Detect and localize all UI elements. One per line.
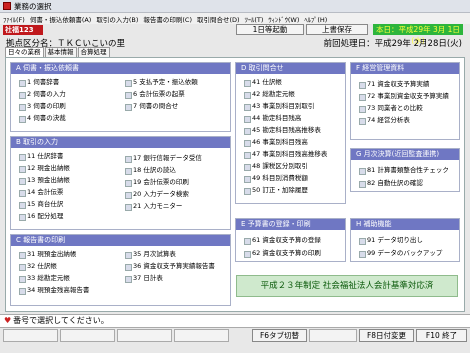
previous-date: 前回処理日：平成29年 2月28日(火)	[323, 39, 462, 49]
menu-item-91[interactable]: 91 データ切り出し	[359, 236, 423, 245]
menu-panel: A 伺書・振込依頼書 1 伺書辞書 2 伺書の入力 3 伺書の印刷 4 伺書の決…	[5, 57, 465, 312]
menu-item-3[interactable]: 3 伺書の印刷	[19, 102, 66, 111]
menu-item-72[interactable]: 72 事業別資金収支予算実績	[359, 92, 449, 101]
menu-item-82[interactable]: 82 自動仕訳の確認	[359, 179, 423, 188]
menu-inquiry[interactable]: 取引問合せ(D)	[197, 14, 240, 24]
menu-item-33[interactable]: 33 総勘定元帳	[19, 274, 70, 283]
menu-item-15[interactable]: 15 商台仕訳	[19, 200, 63, 209]
menu-item-17[interactable]: 17 銀行信報データ受信	[125, 154, 202, 163]
group-a-title: A 伺書・振込依頼書	[11, 63, 230, 74]
group-h: H 補助機能 91 データ切り出し 99 データのバックアップ	[350, 218, 460, 262]
menu-item-11[interactable]: 11 仕訳辞書	[19, 152, 63, 161]
menu-item-16[interactable]: 16 配分処理	[19, 212, 63, 221]
menu-item-61[interactable]: 61 資金収支予算の登録	[244, 236, 321, 245]
menu-item-35[interactable]: 35 月次試算表	[125, 250, 176, 259]
app-icon	[3, 2, 11, 10]
menu-item-1[interactable]: 1 伺書辞書	[19, 78, 59, 87]
menu-item-41[interactable]: 41 仕訳帳	[244, 78, 282, 87]
f8-date-change-key[interactable]: F8日付変更	[359, 329, 414, 342]
menu-item-42[interactable]: 42 総勘定元帳	[244, 90, 295, 99]
group-d-title: D 取引問合せ	[236, 63, 345, 74]
group-f: F 経営管理資料 71 資金収支予算実績 72 事業別資金収支予算実績 73 同…	[350, 62, 460, 140]
group-e: E 予算書の登録・印刷 61 資金収支予算の登録 62 資金収支予算の印刷	[235, 218, 346, 262]
group-h-title: H 補助機能	[351, 219, 459, 230]
menu-item-5[interactable]: 5 支払予定・振込依頼	[125, 78, 198, 87]
menu-item-7[interactable]: 7 伺書の問合せ	[125, 102, 178, 111]
menu-item-62[interactable]: 62 資金収支予算の印刷	[244, 249, 321, 258]
group-b-title: B 取引の入力	[11, 137, 230, 148]
menu-item-12[interactable]: 12 現金出納帳	[19, 164, 70, 173]
app-logo: 社福123	[3, 25, 43, 35]
menu-item-50[interactable]: 50 訂正・加除履歴	[244, 186, 308, 195]
accounting-standard-banner: 平成２３年制定 社会福祉法人会計基準対応済	[236, 275, 458, 297]
tab-daily[interactable]: 日々の業務	[5, 47, 44, 57]
menu-item-49[interactable]: 49 科目別消費税額	[244, 174, 308, 183]
menu-item-46[interactable]: 46 事業別科目残高	[244, 138, 308, 147]
menu-item-81[interactable]: 81 計算書類整合性チェック	[359, 166, 449, 175]
daily-start-button[interactable]: 1日等起動	[236, 24, 304, 35]
menu-help[interactable]: ﾍﾙﾌﾟ(H)	[304, 14, 327, 24]
menu-item-31[interactable]: 31 現預金出納帳	[19, 250, 76, 259]
menu-item-44[interactable]: 44 勘定科目残高	[244, 114, 301, 123]
menu-item-37[interactable]: 37 日計表	[125, 274, 163, 283]
group-g-title: G 月次決算(近回監査連携)	[351, 149, 459, 160]
menu-report[interactable]: 報告書の印刷(C)	[143, 14, 192, 24]
tab-merge[interactable]: 合算処理	[77, 47, 110, 57]
group-g: G 月次決算(近回監査連携) 81 計算書類整合性チェック 82 自動仕訳の確認	[350, 148, 460, 192]
f7-key[interactable]	[309, 329, 357, 342]
window-title: 業務の選択	[14, 1, 52, 11]
menu-item-14[interactable]: 14 会計伝票	[19, 188, 63, 197]
menu-item-32[interactable]: 32 仕訳帳	[19, 262, 57, 271]
menu-item-36[interactable]: 36 資金収支予算実績報告書	[125, 262, 215, 271]
status-bar: ♥ 番号で選択してください。	[0, 314, 470, 328]
status-message: 番号で選択してください。	[13, 316, 109, 325]
menu-item-45[interactable]: 45 勘定科目残高推移表	[244, 126, 321, 135]
menu-item-74[interactable]: 74 経営分析表	[359, 116, 410, 125]
menu-item-6[interactable]: 6 会計伝票の起票	[125, 90, 185, 99]
f10-exit-key[interactable]: F10 終了	[416, 329, 467, 342]
menu-entry[interactable]: 取引の入力(B)	[96, 14, 138, 24]
menu-item-20[interactable]: 20 入力データ検索	[125, 190, 189, 199]
menu-request[interactable]: 伺書・振込依頼書(A)	[30, 14, 92, 24]
group-a: A 伺書・振込依頼書 1 伺書辞書 2 伺書の入力 3 伺書の印刷 4 伺書の決…	[10, 62, 231, 132]
group-b: B 取引の入力 11 仕訳辞書 12 現金出納帳 13 預金出納帳 14 会計伝…	[10, 136, 231, 230]
menu-item-47[interactable]: 47 事業別科目残高推移表	[244, 150, 327, 159]
menu-item-99[interactable]: 99 データのバックアップ	[359, 249, 442, 258]
tab-basic[interactable]: 基本情報	[44, 47, 77, 57]
group-c: C 報告書の印刷 31 現預金出納帳 32 仕訳帳 33 総勘定元帳 34 現預…	[10, 234, 231, 306]
menu-bar: ﾌｧｲﾙ(F) 伺書・振込依頼書(A) 取引の入力(B) 報告書の印刷(C) 取…	[0, 13, 470, 24]
f3-key[interactable]	[117, 329, 172, 342]
menu-item-19[interactable]: 19 会計伝票の印刷	[125, 178, 189, 187]
menu-item-4[interactable]: 4 伺書の決裁	[19, 114, 66, 123]
menu-item-43[interactable]: 43 事業別科目別取引	[244, 102, 314, 111]
menu-item-18[interactable]: 18 仕訳の読込	[125, 166, 176, 175]
menu-file[interactable]: ﾌｧｲﾙ(F)	[3, 14, 25, 24]
menu-item-13[interactable]: 13 預金出納帳	[19, 176, 70, 185]
menu-item-21[interactable]: 21 入力モニター	[125, 202, 182, 211]
f4-key[interactable]	[174, 329, 229, 342]
menu-window[interactable]: ｳｨﾝﾄﾞｳ(W)	[268, 14, 299, 24]
title-bar: 業務の選択	[0, 0, 470, 13]
menu-item-48[interactable]: 48 課税区分別取引	[244, 162, 308, 171]
today-date: 本日：平成29年 3月 1日(水)	[373, 24, 463, 45]
group-c-title: C 報告書の印刷	[11, 235, 230, 246]
menu-item-2[interactable]: 2 伺書の入力	[19, 90, 66, 99]
menu-tools[interactable]: ﾂｰﾙ(T)	[245, 14, 264, 24]
tab-bar: 日々の業務 基本情報 合算処理	[5, 47, 111, 57]
f1-key[interactable]	[3, 329, 58, 342]
menu-item-71[interactable]: 71 資金収支予算実績	[359, 80, 429, 89]
menu-item-73[interactable]: 73 同業者との比較	[359, 104, 423, 113]
group-d: D 取引問合せ 41 仕訳帳 42 総勘定元帳 43 事業別科目別取引 44 勘…	[235, 62, 346, 204]
menu-item-34[interactable]: 34 現預金残高報告書	[19, 286, 89, 295]
group-f-title: F 経営管理資料	[351, 63, 459, 74]
f2-key[interactable]	[60, 329, 115, 342]
f6-tab-switch-key[interactable]: F6タブ切替	[252, 329, 307, 342]
group-e-title: E 予算書の登録・印刷	[236, 219, 345, 230]
overwrite-save-button[interactable]: 上書保存	[306, 24, 368, 35]
heart-icon: ♥	[4, 316, 12, 325]
